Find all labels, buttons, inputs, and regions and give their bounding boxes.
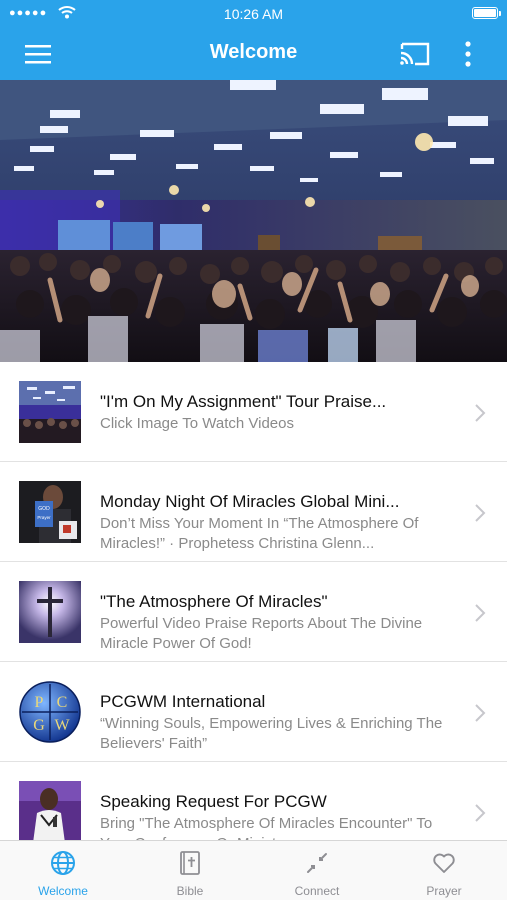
logo-letter: G [33,717,45,734]
tab-label: Welcome [38,884,88,898]
globe-icon [51,851,75,875]
item-subtitle: Don’t Miss Your Moment In “The Atmospher… [100,515,419,552]
heart-icon [433,853,455,873]
item-title: Monday Night Of Miracles Global Mini... [100,492,400,511]
list-item[interactable]: P C G W PCGWM International “Winning Sou… [0,662,507,762]
chevron-right-icon [475,604,486,622]
tab-label: Bible [176,884,204,898]
hero-image [0,80,507,362]
status-time: 10:26 AM [223,6,284,22]
item-subtitle: Click Image To Watch Videos [100,415,294,432]
bible-icon [180,851,200,875]
logo-letter: W [54,717,70,734]
chevron-right-icon [475,404,486,422]
tab-bible[interactable]: Bible [127,841,253,901]
chevron-right-icon [475,804,486,822]
tab-welcome[interactable]: Welcome [0,841,126,901]
item-subtitle: “Winning Souls, Empowering Lives & Enric… [100,715,443,752]
more-vertical-icon[interactable] [456,39,480,69]
item-thumbnail [19,381,81,443]
item-thumbnail [19,781,81,840]
item-title: PCGWM International [100,692,266,711]
item-title: Speaking Request For PCGW [100,792,327,811]
battery-icon [472,7,501,19]
item-subtitle: Powerful Video Praise Reports About The … [100,615,423,652]
list-item[interactable]: "The Atmosphere Of Miracles" Powerful Vi… [0,562,507,662]
nav-bar: Welcome [0,28,507,80]
chevron-right-icon [475,504,486,522]
logo-letter: P [35,694,44,711]
list-item[interactable]: "I'm On My Assignment" Tour Praise... Cl… [0,362,507,462]
cast-icon[interactable] [397,40,433,68]
list-item[interactable]: GOD Prayer Monday Night Of Miracles Glob… [0,462,507,562]
tab-label: Prayer [426,884,462,898]
tab-bar: Welcome Bible Connect Prayer [0,840,507,900]
item-thumbnail: GOD Prayer [19,481,81,543]
item-subtitle: Bring "The Atmosphere Of Miracles Encoun… [100,815,433,840]
connect-icon [307,853,327,873]
tab-connect[interactable]: Connect [254,841,380,901]
tab-prayer[interactable]: Prayer [381,841,507,901]
item-thumbnail [19,581,81,643]
logo-letter: C [57,694,68,711]
thumb-prayer-text: Prayer [37,515,51,520]
list-item[interactable]: Speaking Request For PCGW Bring "The Atm… [0,762,507,840]
pcgw-logo: P C G W [19,681,81,743]
status-bar: ●●●●● 10:26 AM [0,0,507,28]
hero-carousel[interactable] [0,80,507,362]
hamburger-menu-icon[interactable] [20,42,56,68]
content-list: "I'm On My Assignment" Tour Praise... Cl… [0,362,507,840]
chevron-right-icon [475,704,486,722]
item-title: "I'm On My Assignment" Tour Praise... [100,392,387,411]
item-title: "The Atmosphere Of Miracles" [100,592,328,611]
thumb-god-text: GOD [38,506,50,512]
tab-label: Connect [294,884,340,898]
